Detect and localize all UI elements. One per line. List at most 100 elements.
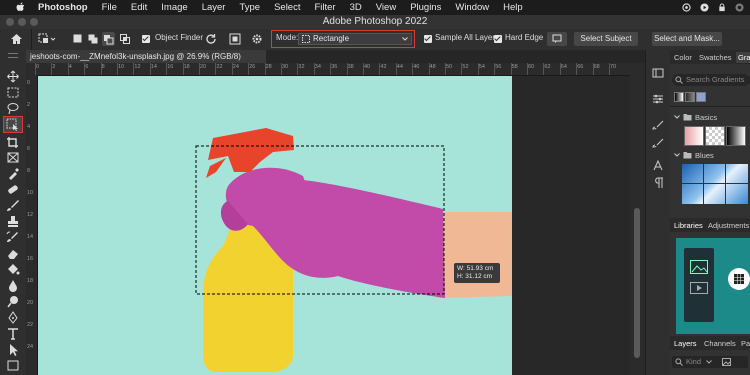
brush-settings-panel-icon[interactable]	[652, 120, 664, 130]
lock-icon[interactable]	[718, 3, 726, 12]
menu-filter[interactable]: Filter	[314, 2, 335, 13]
recent-gradient-3[interactable]	[696, 92, 706, 102]
tool-preset-picker-icon[interactable]	[38, 33, 56, 45]
menu-app-photoshop[interactable]: Photoshop	[38, 2, 88, 13]
close-window-button[interactable]	[6, 18, 14, 26]
shape-tool-icon[interactable]	[6, 359, 20, 372]
menu-window[interactable]: Window	[455, 2, 489, 13]
ruler-tick	[592, 63, 594, 75]
menu-view[interactable]: View	[376, 2, 396, 13]
adjustments-panel-icon[interactable]	[652, 94, 664, 104]
gradient-group-basics[interactable]: Basics	[695, 113, 717, 122]
play-icon[interactable]	[700, 3, 709, 12]
trigger-nozzle-shape	[208, 128, 294, 172]
healing-brush-tool-icon[interactable]	[6, 183, 20, 196]
new-selection-icon[interactable]	[73, 34, 82, 43]
gradient-group-blues[interactable]: Blues	[695, 151, 714, 160]
tab-layers[interactable]: Layers	[674, 339, 697, 348]
status-circle-icon[interactable]	[682, 3, 691, 12]
frame-tool-icon[interactable]	[6, 151, 20, 164]
menu-image[interactable]: Image	[161, 2, 187, 13]
type-tool-icon[interactable]	[6, 327, 20, 340]
ruler-tick-label: 4	[68, 64, 72, 70]
menu-select[interactable]: Select	[274, 2, 300, 13]
sample-all-layers-checkbox[interactable]	[424, 35, 432, 43]
document-canvas[interactable]: W: 51.93 cm H: 31.12 cm	[38, 76, 512, 375]
paragraph-panel-icon[interactable]	[652, 177, 664, 188]
chevron-down-icon[interactable]	[674, 152, 680, 158]
refresh-icon[interactable]	[205, 33, 217, 45]
tab-gradients[interactable]: Gra	[736, 52, 750, 63]
tab-paths[interactable]: Pa	[741, 339, 750, 348]
clone-source-panel-icon[interactable]	[652, 138, 664, 148]
add-to-selection-icon[interactable]	[88, 34, 98, 44]
select-and-mask-button[interactable]: Select and Mask...	[652, 32, 722, 46]
menu-plugins[interactable]: Plugins	[410, 2, 441, 13]
image-filter-icon[interactable]	[722, 358, 731, 366]
tab-adjustments[interactable]: Adjustments	[708, 221, 749, 230]
crop-tool-icon[interactable]	[6, 136, 20, 149]
horizontal-ruler[interactable]: 0 2 4 6 8 10 12 14 16 18 20 22 24 26 28 30 32 34 36 38 40 42 4…	[26, 63, 638, 76]
menu-edit[interactable]: Edit	[131, 2, 147, 13]
tab-color[interactable]: Color	[674, 53, 692, 62]
device-illustration	[684, 248, 714, 322]
blues-gradient-swatches[interactable]	[682, 164, 748, 204]
ruler-tick-label: 8	[27, 168, 31, 174]
apple-icon[interactable]	[14, 2, 28, 13]
history-panel-icon[interactable]	[652, 68, 664, 78]
menu-help[interactable]: Help	[503, 2, 523, 13]
chevron-down-icon[interactable]	[674, 114, 680, 120]
subtract-from-selection-button[interactable]	[102, 32, 115, 46]
enhance-edge-button[interactable]	[547, 32, 567, 46]
path-selection-tool-icon[interactable]	[6, 343, 20, 356]
marquee-tool-icon[interactable]	[6, 86, 20, 99]
ruler-tick-label: 46	[413, 64, 420, 70]
gradient-search-input[interactable]: Search Gradients	[672, 74, 750, 86]
clone-stamp-tool-icon[interactable]	[6, 215, 20, 228]
menu-3d[interactable]: 3D	[350, 2, 362, 13]
color-wheel-icon[interactable]	[735, 3, 744, 12]
mode-select[interactable]: Rectangle	[298, 33, 412, 45]
tab-libraries[interactable]: Libraries	[674, 221, 703, 230]
eraser-tool-icon[interactable]	[6, 247, 20, 260]
object-selection-tool-highlight[interactable]	[3, 116, 23, 133]
gradient-swatch-transparent[interactable]	[705, 126, 725, 146]
document-tab[interactable]: jeshoots-com-__ZMnefol3k-unsplash.jpg @ …	[26, 50, 266, 63]
menu-layer[interactable]: Layer	[202, 2, 226, 13]
character-panel-icon[interactable]	[652, 160, 664, 171]
toolbar-grip[interactable]	[8, 53, 18, 58]
tab-swatches[interactable]: Swatches	[699, 53, 732, 62]
search-icon	[675, 358, 683, 366]
object-finder-checkbox[interactable]	[142, 35, 150, 43]
paint-bucket-tool-icon[interactable]	[6, 263, 20, 276]
settings-gear-icon[interactable]	[251, 33, 263, 45]
gradient-swatch-foreground[interactable]	[684, 126, 704, 146]
zoom-window-button[interactable]	[30, 18, 38, 26]
vertical-ruler[interactable]: 0 2 4 6 8 10 12 14 16 18 20 22 24	[26, 75, 38, 375]
eyedropper-tool-icon[interactable]	[6, 167, 20, 180]
vertical-scrollbar[interactable]	[630, 63, 644, 375]
recent-gradient-2[interactable]	[685, 92, 695, 102]
ruler-tick	[379, 63, 381, 75]
intersect-selection-icon[interactable]	[120, 34, 130, 44]
menu-type[interactable]: Type	[239, 2, 260, 13]
minimize-window-button[interactable]	[18, 18, 26, 26]
blur-tool-icon[interactable]	[6, 279, 20, 292]
menu-file[interactable]: File	[102, 2, 117, 13]
pen-tool-icon[interactable]	[6, 311, 20, 324]
move-tool-icon[interactable]	[6, 70, 20, 83]
layer-kind-filter[interactable]: Kind	[672, 356, 748, 368]
hard-edge-checkbox[interactable]	[494, 35, 502, 43]
brush-tool-icon[interactable]	[6, 199, 20, 212]
recent-gradient-1[interactable]	[674, 92, 684, 102]
dodge-tool-icon[interactable]	[6, 295, 20, 308]
gradient-swatch-black-white[interactable]	[726, 126, 746, 146]
document-tab-title: jeshoots-com-__ZMnefol3k-unsplash.jpg @ …	[30, 52, 241, 61]
history-brush-tool-icon[interactable]	[6, 231, 20, 244]
show-all-objects-icon[interactable]	[229, 33, 241, 45]
select-subject-button[interactable]: Select Subject	[574, 32, 638, 46]
tab-channels[interactable]: Channels	[704, 339, 736, 348]
vertical-scroll-thumb[interactable]	[634, 208, 640, 358]
home-icon[interactable]	[10, 33, 23, 45]
lasso-tool-icon[interactable]	[6, 102, 20, 115]
